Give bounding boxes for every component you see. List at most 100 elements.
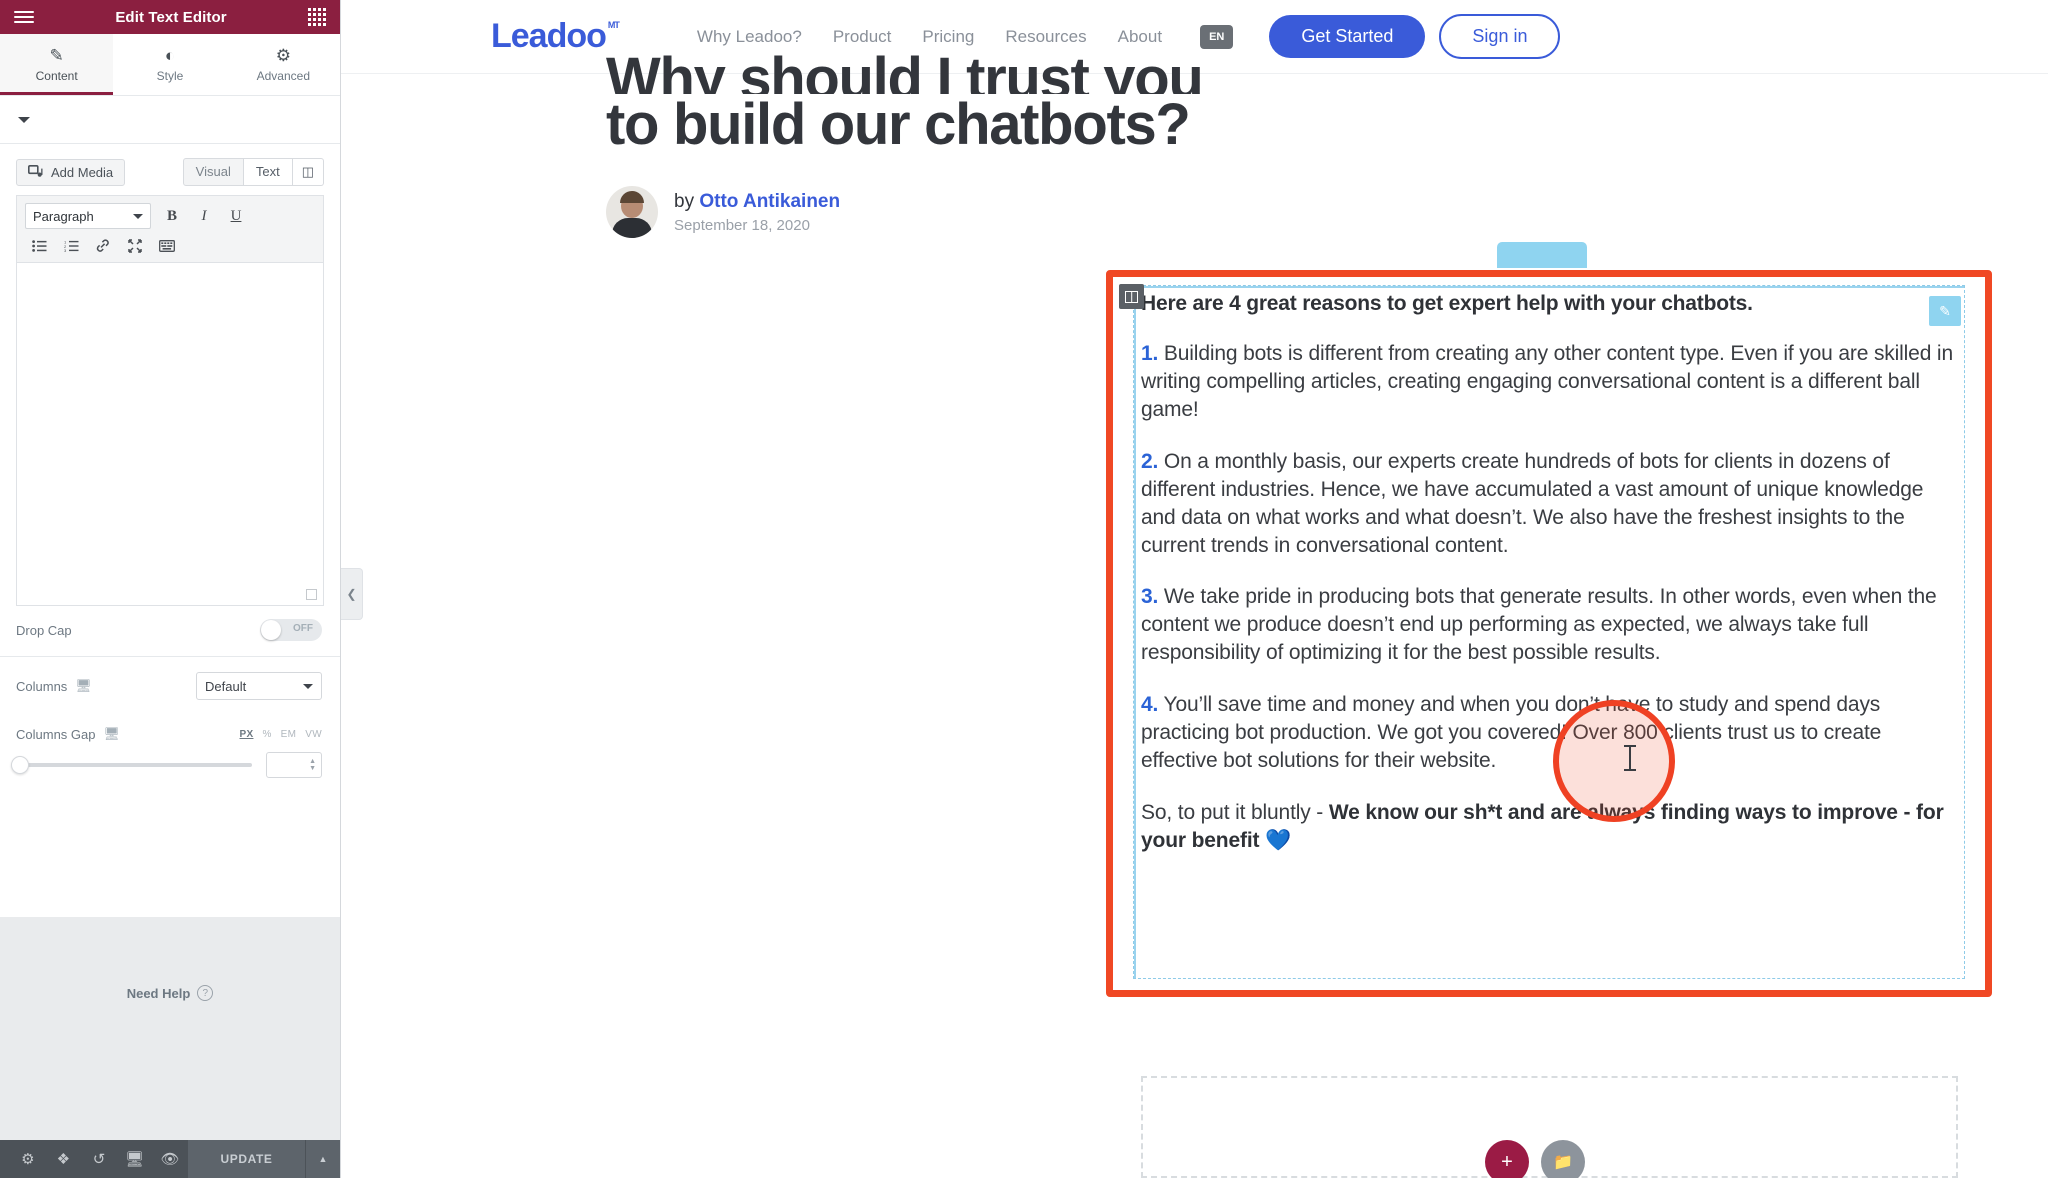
folder-icon[interactable]: 📁 [1541, 1140, 1585, 1178]
panel-collapse-button[interactable]: ❮ [341, 568, 363, 620]
drop-cap-state: OFF [293, 623, 313, 634]
panel-body: Add Media Visual Text ◫ Paragraph B I U … [0, 144, 340, 917]
tab-visual[interactable]: Visual [182, 158, 244, 186]
columns-gap-slider[interactable] [11, 756, 252, 774]
columns-gap-slider-row: ▲ ▼ [0, 746, 340, 778]
site-preview: Leadoo MT Why Leadoo? Product Pricing Re… [341, 0, 2048, 1178]
need-help-label: Need Help [126, 985, 191, 1001]
get-started-button[interactable]: Get Started [1269, 15, 1426, 58]
fullscreen-icon[interactable] [124, 236, 146, 256]
format-select-value: Paragraph [33, 208, 94, 224]
item-number-3: 3. [1141, 585, 1159, 609]
pencil-edit-icon[interactable]: ✎ [1929, 296, 1961, 326]
publish-date: September 18, 2020 [674, 216, 810, 234]
columns-select[interactable]: Default [196, 672, 322, 700]
divider [0, 656, 340, 657]
item-number-1: 1. [1141, 342, 1159, 365]
nav-resources[interactable]: Resources [1005, 27, 1086, 47]
columns-label: Columns [16, 678, 68, 694]
drop-cap-control: Drop Cap OFF [0, 606, 340, 654]
chevron-down-icon[interactable] [18, 116, 30, 123]
item-text-1: Building bots is different from creating… [1141, 342, 1953, 421]
panel-footer: ⚙ ❖ ↺ 🖥 👁 UPDATE ▲ [0, 1140, 340, 1178]
italic-button[interactable]: I [193, 206, 215, 226]
plus-icon[interactable]: + [1485, 1140, 1529, 1178]
keyboard-toolbar-icon[interactable] [156, 236, 178, 256]
hamburger-icon[interactable] [14, 11, 34, 23]
mce-toolbar: Paragraph B I U 1 2 3 [16, 195, 324, 262]
columns-gap-input[interactable]: ▲ ▼ [266, 752, 322, 778]
tab-advanced[interactable]: ⚙ Advanced [226, 34, 340, 95]
nav-about[interactable]: About [1118, 27, 1162, 47]
database-icon[interactable]: ◫ [292, 158, 324, 186]
item-number-4: 4. [1141, 693, 1159, 717]
preview-eye-icon[interactable]: 👁 [152, 1140, 188, 1178]
avatar-body [612, 218, 652, 239]
item-text-3: We take pride in producing bots that gen… [1141, 585, 1937, 665]
site-nav: Why Leadoo? Product Pricing Resources Ab… [697, 27, 1162, 47]
editor-top-row: Add Media Visual Text ◫ [16, 158, 324, 186]
byline-author-line: by Otto Antikainen [674, 191, 840, 213]
stepper-icon[interactable]: ▲ ▼ [309, 758, 316, 772]
panel-tabs: ✎ Content ◐ Style ⚙ Advanced [0, 34, 340, 96]
need-help-button[interactable]: Need Help ? [127, 985, 214, 1001]
nav-why-leadoo[interactable]: Why Leadoo? [697, 27, 802, 47]
tab-content[interactable]: ✎ Content [0, 34, 114, 95]
bold-button[interactable]: B [161, 206, 183, 226]
section-handle-tab[interactable] [1497, 242, 1587, 268]
responsive-desktop-icon[interactable]: 🖥 [117, 1140, 153, 1178]
drop-cap-label: Drop Cap [16, 622, 72, 638]
unit-vw[interactable]: VW [305, 729, 322, 740]
editor-resize-handle[interactable] [306, 589, 317, 600]
navigator-layers-icon[interactable]: ❖ [46, 1140, 82, 1178]
avatar-hair [620, 191, 644, 204]
tab-advanced-label: Advanced [256, 68, 310, 83]
tab-text[interactable]: Text [243, 158, 293, 186]
unit-switcher: PX % EM VW [240, 729, 322, 740]
svg-text:3: 3 [64, 248, 67, 252]
unit-em[interactable]: EM [281, 729, 297, 740]
chevron-up-icon[interactable]: ▲ [306, 1140, 340, 1178]
column-glyph-icon [1125, 290, 1138, 303]
columns-label-wrap: Columns 🖥 [16, 678, 92, 694]
bullet-list-icon[interactable] [28, 236, 50, 256]
nav-product[interactable]: Product [833, 27, 892, 47]
section-collapse-bar[interactable] [0, 96, 340, 144]
byline-prefix: by [674, 190, 695, 212]
columns-gap-control: Columns Gap 🖥 PX % EM VW [0, 713, 340, 746]
sign-in-button[interactable]: Sign in [1439, 14, 1561, 59]
grid-icon[interactable] [308, 8, 326, 26]
logo-text: Leadoo [491, 17, 607, 55]
add-media-button[interactable]: Add Media [16, 158, 126, 186]
leadoo-logo[interactable]: Leadoo MT [491, 17, 620, 56]
widget-drag-handle-icon[interactable] [1119, 284, 1144, 309]
drop-cap-toggle[interactable]: OFF [260, 619, 322, 641]
slider-handle[interactable] [11, 756, 29, 774]
unit-percent[interactable]: % [262, 729, 271, 740]
numbered-list-icon[interactable]: 1 2 3 [60, 236, 82, 256]
nav-pricing[interactable]: Pricing [922, 27, 974, 47]
author-link[interactable]: Otto Antikainen [699, 191, 840, 212]
link-icon[interactable] [92, 236, 114, 256]
gear-icon: ⚙ [275, 45, 291, 65]
desktop-icon[interactable]: 🖥 [103, 726, 120, 742]
editor-content-area[interactable] [16, 262, 324, 606]
language-badge[interactable]: EN [1200, 24, 1234, 49]
update-button[interactable]: UPDATE [188, 1140, 306, 1178]
text-closing: So, to put it bluntly - We know our sh*t… [1141, 799, 1959, 855]
desktop-icon[interactable]: 🖥 [75, 678, 92, 694]
tab-style[interactable]: ◐ Style [113, 34, 227, 95]
byline-text: by Otto Antikainen September 18, 2020 [674, 191, 840, 234]
avatar [606, 186, 658, 239]
tab-content-label: Content [35, 68, 78, 83]
columns-select-value: Default [205, 678, 247, 694]
format-select[interactable]: Paragraph [25, 203, 151, 229]
text-widget-content[interactable]: Here are 4 great reasons to get expert h… [1141, 292, 1959, 855]
add-section-buttons: + 📁 [1485, 1140, 1585, 1178]
settings-gear-icon[interactable]: ⚙ [10, 1140, 46, 1178]
underline-button[interactable]: U [225, 206, 247, 226]
text-lead: Here are 4 great reasons to get expert h… [1141, 292, 1753, 315]
history-icon[interactable]: ↺ [81, 1140, 117, 1178]
unit-px[interactable]: PX [240, 729, 254, 740]
chevron-down-icon [133, 213, 143, 219]
